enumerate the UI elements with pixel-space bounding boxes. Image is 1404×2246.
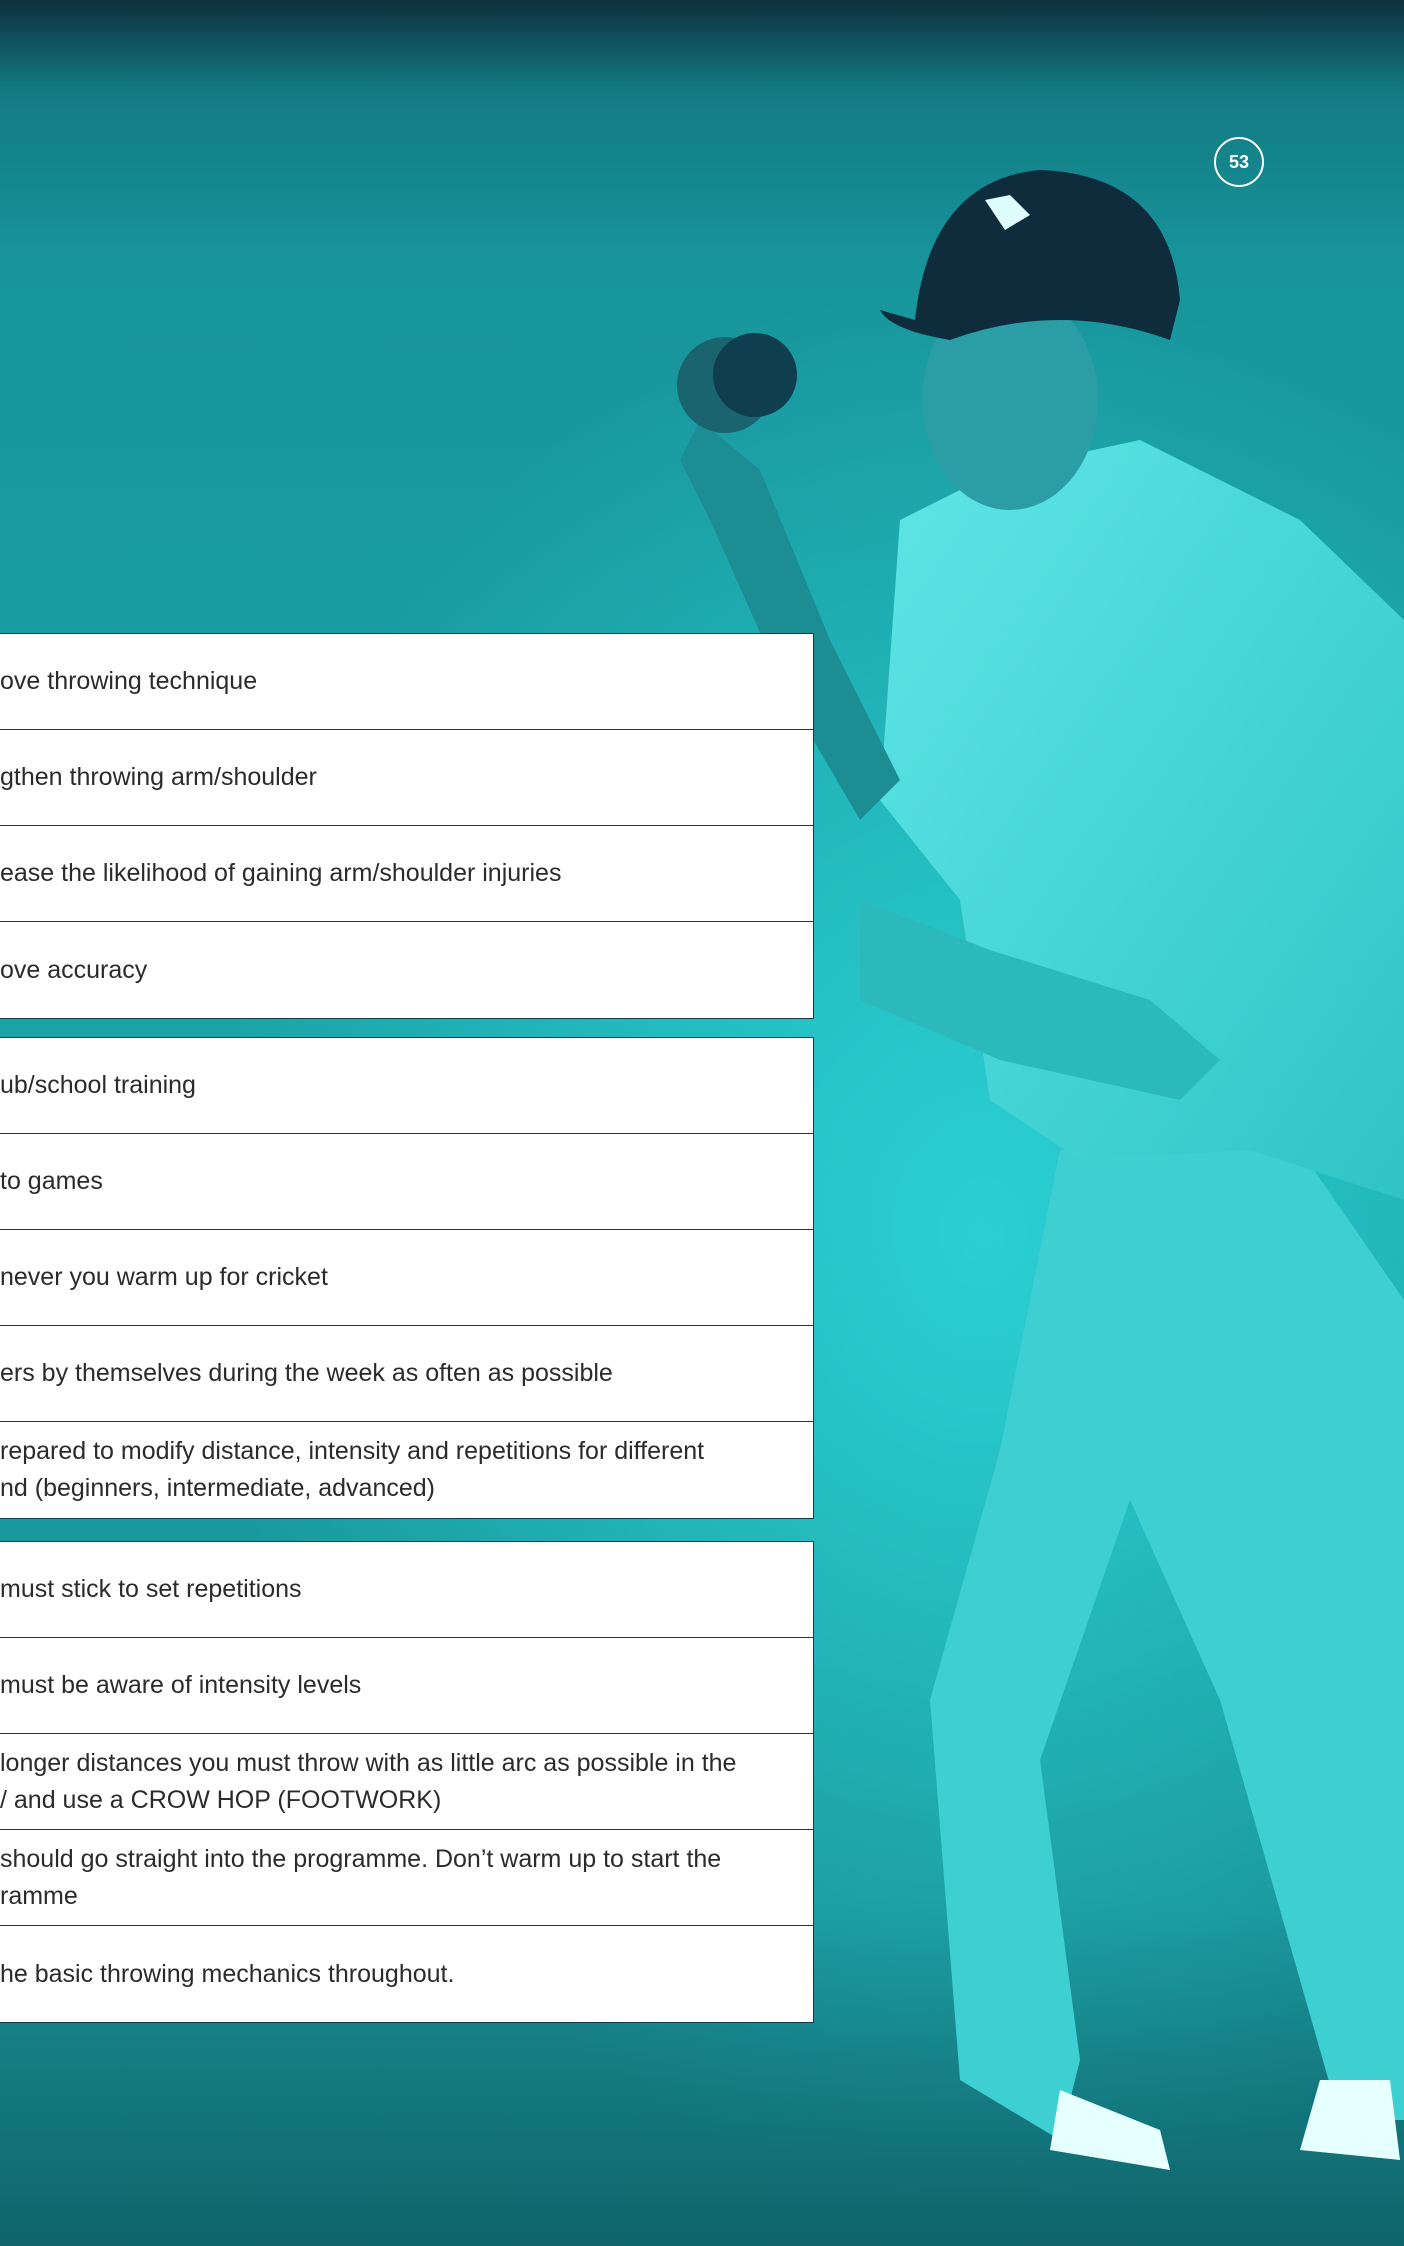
- table-row: never you warm up for cricket: [0, 1230, 813, 1326]
- row-text: longer distances you must throw with as …: [0, 1748, 737, 1814]
- table-row: ease the likelihood of gaining arm/shoul…: [0, 826, 813, 922]
- row-text: never you warm up for cricket: [0, 1263, 328, 1291]
- row-text: ease the likelihood of gaining arm/shoul…: [0, 859, 562, 887]
- table-row: ove accuracy: [0, 922, 813, 1018]
- table-row: should go straight into the programme. D…: [0, 1830, 813, 1926]
- row-text: ers by themselves during the week as oft…: [0, 1359, 613, 1387]
- table-row: longer distances you must throw with as …: [0, 1734, 813, 1830]
- table-row: ub/school training: [0, 1038, 813, 1134]
- row-text: must stick to set repetitions: [0, 1575, 302, 1603]
- aims-table: ove throwing technique gthen throwing ar…: [0, 633, 814, 1019]
- row-text: he basic throwing mechanics throughout.: [0, 1959, 455, 1988]
- when-table: ub/school training to games never you wa…: [0, 1037, 814, 1519]
- row-text: ove throwing technique: [0, 667, 258, 695]
- row-text: ove accuracy: [0, 955, 148, 984]
- row-text: should go straight into the programme. D…: [0, 1844, 722, 1910]
- table-row: to games: [0, 1134, 813, 1230]
- table-row: repared to modify distance, intensity an…: [0, 1422, 813, 1518]
- table-row: ove throwing technique: [0, 634, 813, 730]
- table-row: ers by themselves during the week as oft…: [0, 1326, 813, 1422]
- rules-table: must stick to set repetitions must be aw…: [0, 1541, 814, 2023]
- page-number: 53: [1214, 137, 1264, 187]
- table-row: must stick to set repetitions: [0, 1542, 813, 1638]
- row-text: repared to modify distance, intensity an…: [0, 1437, 705, 1502]
- table-row: he basic throwing mechanics throughout.: [0, 1926, 813, 2022]
- row-text: to games: [0, 1167, 103, 1195]
- row-text: must be aware of intensity levels: [0, 1671, 362, 1699]
- row-text: gthen throwing arm/shoulder: [0, 763, 317, 791]
- row-text: ub/school training: [0, 1071, 196, 1099]
- table-row: gthen throwing arm/shoulder: [0, 730, 813, 826]
- table-row: must be aware of intensity levels: [0, 1638, 813, 1734]
